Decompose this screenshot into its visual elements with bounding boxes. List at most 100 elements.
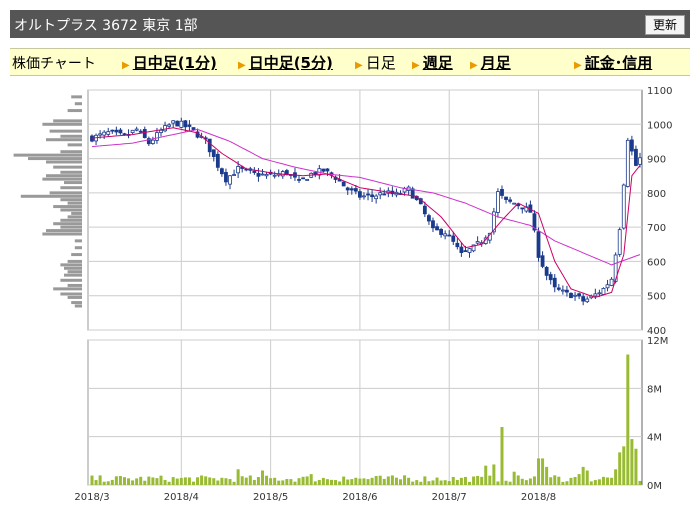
volume-tick-label: 0M <box>647 481 662 492</box>
candle-body <box>366 193 370 196</box>
volume-bar <box>122 477 126 485</box>
candle-body <box>183 120 188 128</box>
volume-bar <box>135 478 139 485</box>
candle-body <box>114 129 119 133</box>
volume-bar <box>537 458 541 485</box>
candle-body <box>106 131 111 135</box>
volume-bar <box>273 477 277 485</box>
volume-bar <box>228 479 232 485</box>
volume-bar <box>520 478 524 485</box>
volume-bar <box>127 478 131 485</box>
volume-bar <box>553 475 557 485</box>
volume-profile-bar <box>67 283 82 287</box>
volume-profile-bar <box>64 181 82 185</box>
volume-bar <box>196 477 200 485</box>
volume-bar <box>212 478 216 485</box>
price-tick-label: 800 <box>647 189 666 200</box>
candle-body <box>439 228 443 235</box>
volume-profile-bar <box>49 129 82 133</box>
candle-body <box>431 220 435 229</box>
candle-body <box>467 248 472 253</box>
volume-profile-bar <box>74 246 82 250</box>
volume-bar <box>358 478 362 485</box>
volume-bar <box>463 476 467 485</box>
volume-bar <box>240 476 244 485</box>
volume-bar <box>427 481 431 485</box>
volume-bar <box>532 476 536 485</box>
volume-bar <box>171 477 175 485</box>
volume-bar <box>183 477 187 485</box>
candle-body <box>215 153 220 168</box>
volume-profile-bar <box>28 157 82 161</box>
volume-bar <box>260 470 264 485</box>
candle-body <box>370 194 374 198</box>
candle-body <box>451 235 456 242</box>
volume-bar <box>175 478 179 485</box>
candle-body <box>207 138 212 153</box>
candle-body <box>422 205 427 215</box>
candlestick <box>512 202 517 205</box>
volume-profile-bar <box>60 186 82 190</box>
volume-profile-bar <box>53 222 82 226</box>
candlestick <box>569 292 573 299</box>
candle-body <box>191 127 196 130</box>
volume-bar <box>577 474 581 485</box>
volume-profile-bar <box>71 253 82 257</box>
candlestick <box>625 137 630 188</box>
volume-profile-bar <box>64 266 82 270</box>
volume-profile-bar <box>60 170 82 174</box>
volume-bar <box>561 481 565 485</box>
candlestick <box>175 120 180 127</box>
volume-profile-bar <box>67 215 82 219</box>
volume-bar <box>541 458 545 485</box>
candle-body <box>638 157 642 165</box>
volume-profile-bar <box>49 191 82 195</box>
volume-bar <box>468 481 472 485</box>
price-tick-label: 900 <box>647 155 666 166</box>
volume-bar <box>350 479 354 485</box>
candle-body <box>577 293 582 297</box>
volume-bar <box>163 479 167 485</box>
date-tick-label: 2018/6 <box>342 492 377 503</box>
volume-bar <box>313 481 317 485</box>
volume-bar <box>423 476 427 485</box>
volume-profile-bar <box>74 102 82 106</box>
volume-bar <box>159 475 163 485</box>
candle-body <box>130 129 135 134</box>
candle-body <box>500 189 504 196</box>
candle-body <box>552 277 557 288</box>
volume-bar <box>508 481 512 485</box>
candle-body <box>548 274 553 281</box>
volume-bar <box>601 476 605 485</box>
candle-body <box>260 173 265 176</box>
volume-bar <box>90 475 94 485</box>
volume-profile-bar <box>60 225 82 229</box>
volume-bar <box>557 476 561 485</box>
volume-bar <box>451 476 455 485</box>
candle-body <box>232 174 236 176</box>
volume-bar <box>386 476 390 485</box>
volume-bar <box>411 481 415 485</box>
candle-body <box>272 174 277 177</box>
volume-bar <box>472 476 476 485</box>
volume-bar <box>143 480 147 485</box>
candle-body <box>228 175 232 185</box>
candle-body <box>455 242 460 248</box>
candle-body <box>301 177 305 180</box>
volume-bar <box>204 476 208 485</box>
volume-bar <box>114 476 118 485</box>
candle-body <box>110 129 115 132</box>
date-tick-label: 2018/3 <box>74 492 109 503</box>
volume-bar <box>524 480 528 485</box>
candle-body <box>118 129 123 134</box>
candle-body <box>353 188 358 192</box>
volume-profile-bar <box>67 295 82 299</box>
volume-bar <box>488 475 492 485</box>
volume-profile-bar <box>67 109 82 113</box>
volume-bar <box>407 477 411 485</box>
price-tick-label: 700 <box>647 223 666 234</box>
volume-bar <box>581 466 585 485</box>
candle-body <box>159 129 163 133</box>
volume-profile-bar <box>71 301 82 305</box>
volume-bar <box>248 475 252 485</box>
